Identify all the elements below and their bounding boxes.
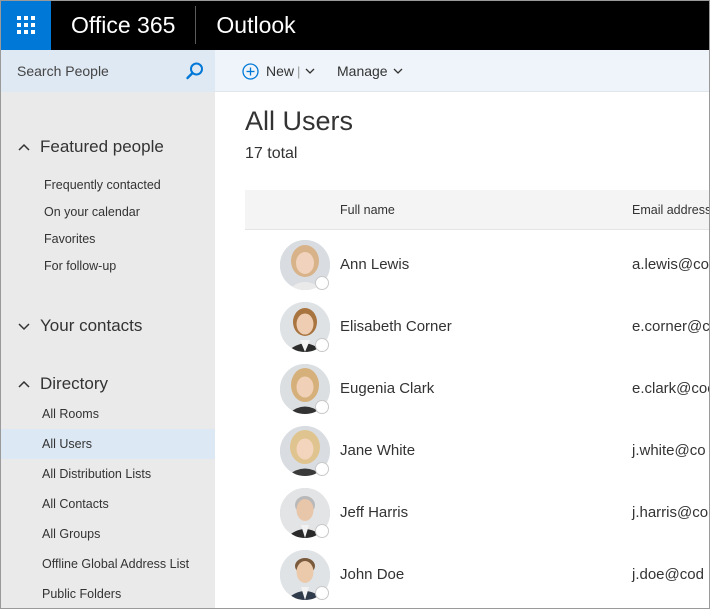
new-button[interactable]: New |	[242, 50, 315, 92]
column-header-full-name[interactable]: Full name	[340, 190, 395, 230]
sidebar-item-all-contacts[interactable]: All Contacts	[0, 489, 215, 519]
sidebar-item-all-groups[interactable]: All Groups	[0, 519, 215, 549]
table-row[interactable]: Ann Lewis a.lewis@co	[245, 234, 710, 296]
sidebar-item-offline-global-address-list[interactable]: Offline Global Address List	[0, 549, 215, 579]
presence-indicator	[315, 400, 329, 414]
total-count: 17 total	[245, 145, 298, 162]
search-icon[interactable]	[185, 61, 205, 81]
sidebar-item-frequently-contacted[interactable]: Frequently contacted	[0, 172, 215, 199]
chevron-up-icon	[18, 380, 30, 388]
user-email: e.corner@c	[632, 318, 710, 335]
table-row[interactable]: Jane White j.white@co	[245, 420, 710, 482]
sidebar-item-all-distribution-lists[interactable]: All Distribution Lists	[0, 459, 215, 489]
presence-indicator	[315, 276, 329, 290]
sidebar-item-all-rooms[interactable]: All Rooms	[0, 399, 215, 429]
presence-indicator	[315, 524, 329, 538]
table-row[interactable]: John Doe j.doe@cod	[245, 544, 710, 606]
chevron-down-icon	[18, 323, 30, 331]
sidebar-item-favorites[interactable]: Favorites	[0, 226, 215, 253]
chevron-down-icon	[393, 68, 403, 74]
split-divider: |	[297, 63, 301, 79]
sidebar-item-for-follow-up[interactable]: For follow-up	[0, 253, 215, 280]
sidebar: Featured people Frequently contacted On …	[0, 92, 215, 609]
user-full-name[interactable]: Ann Lewis	[340, 234, 409, 296]
manage-button[interactable]: Manage	[337, 50, 403, 92]
app-launcher-button[interactable]	[0, 0, 51, 50]
sidebar-item-public-folders[interactable]: Public Folders	[0, 579, 215, 609]
user-full-name[interactable]: John Doe	[340, 544, 404, 606]
user-email: a.lewis@co	[632, 256, 709, 273]
top-bar: Office 365 Outlook	[0, 0, 710, 50]
search-input[interactable]	[17, 63, 177, 79]
your-contacts-header: Your contacts	[40, 316, 143, 335]
directory-toggle[interactable]: Directory	[0, 371, 215, 397]
user-email: j.doe@cod	[632, 566, 704, 583]
user-full-name[interactable]: Jeff Harris	[340, 482, 408, 544]
page-title: All Users	[245, 106, 354, 136]
table-header: Full name Email address	[245, 190, 710, 230]
chevron-down-icon[interactable]	[305, 66, 315, 76]
waffle-icon	[16, 16, 35, 34]
presence-indicator	[315, 462, 329, 476]
sidebar-item-on-your-calendar[interactable]: On your calendar	[0, 199, 215, 226]
your-contacts-toggle[interactable]: Your contacts	[0, 313, 215, 339]
user-full-name[interactable]: Eugenia Clark	[340, 358, 434, 420]
presence-indicator	[315, 338, 329, 352]
new-button-label: New	[266, 63, 295, 79]
manage-button-label: Manage	[337, 63, 388, 79]
table-row[interactable]: Elisabeth Corner e.corner@c	[245, 296, 710, 358]
chevron-up-icon	[18, 143, 30, 151]
presence-indicator	[315, 586, 329, 600]
command-bar: New | Manage	[0, 50, 710, 92]
plus-circle-icon	[242, 62, 259, 80]
main-content: All Users 17 total Full name Email addre…	[215, 92, 710, 609]
search-box[interactable]	[0, 50, 215, 92]
table-row[interactable]: Jeff Harris j.harris@co	[245, 482, 710, 544]
directory-header: Directory	[40, 374, 109, 393]
user-full-name[interactable]: Elisabeth Corner	[340, 296, 452, 358]
brand-title[interactable]: Office 365	[51, 0, 195, 50]
user-email: e.clark@coo	[632, 380, 710, 397]
table-row[interactable]: Eugenia Clark e.clark@coo	[245, 358, 710, 420]
featured-people-header: Featured people	[40, 137, 164, 156]
user-email: j.harris@co	[632, 504, 709, 521]
user-full-name[interactable]: Jane White	[340, 420, 415, 482]
column-header-email[interactable]: Email address	[632, 190, 710, 230]
sidebar-item-all-users[interactable]: All Users	[0, 429, 215, 459]
featured-people-toggle[interactable]: Featured people	[0, 134, 215, 160]
user-email: j.white@co	[632, 442, 706, 459]
app-title[interactable]: Outlook	[196, 0, 295, 50]
